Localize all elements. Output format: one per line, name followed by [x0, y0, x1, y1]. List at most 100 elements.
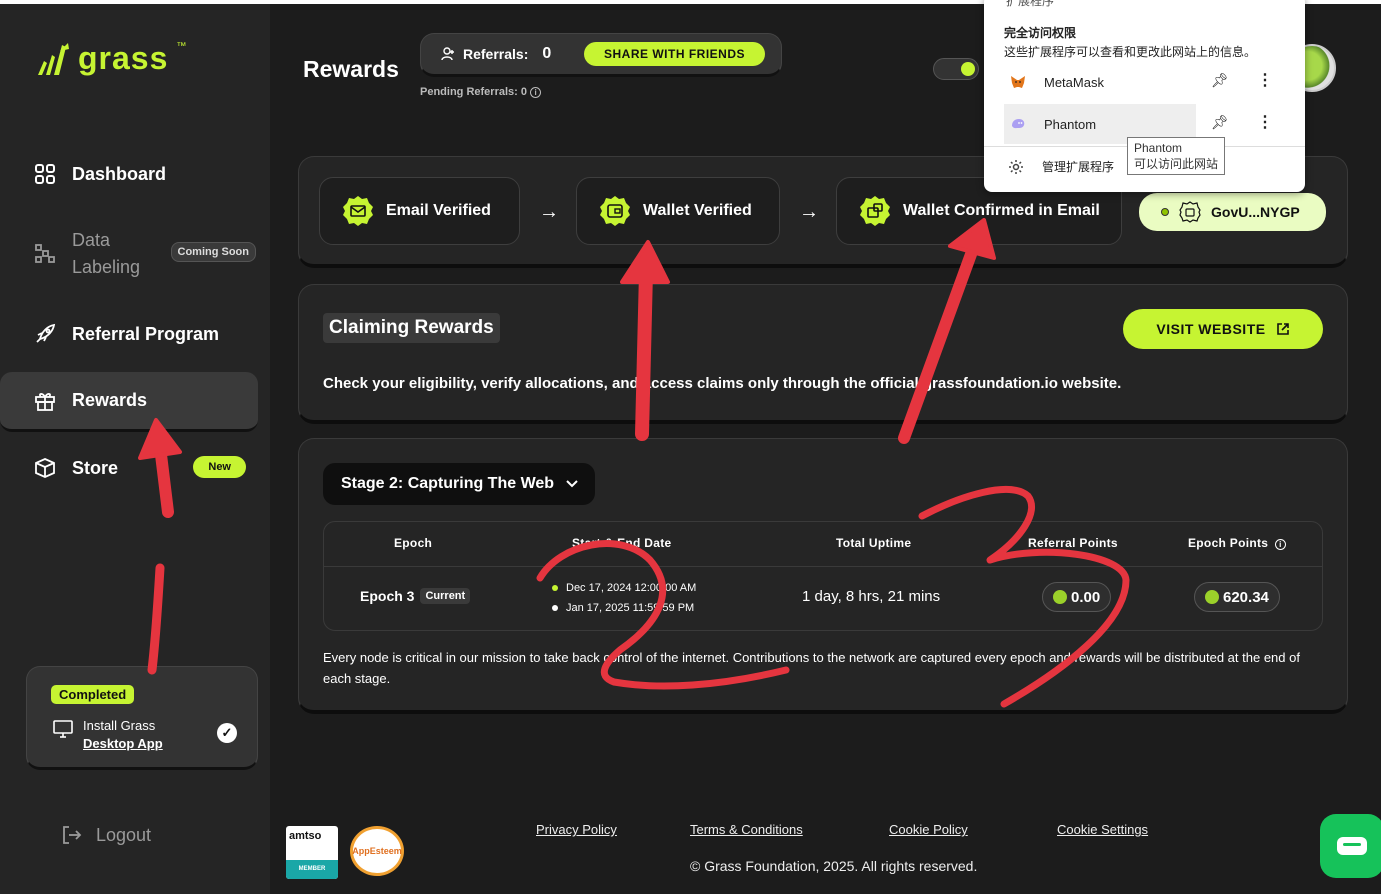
logo-text: grass	[78, 40, 169, 76]
pin-icon[interactable]: 📌︎	[1211, 72, 1229, 89]
visit-website-label: VISIT WEBSITE	[1156, 321, 1266, 337]
amtso-member-label: MEMBER	[286, 860, 338, 879]
sidebar-item-dashboard[interactable]: Dashboard	[0, 154, 258, 194]
referrals-label: Referrals:	[463, 46, 529, 62]
sidebar-item-label: Data Labeling	[72, 227, 140, 281]
referral-points-pill: 0.00	[1042, 582, 1112, 612]
referrals-count: 0	[542, 45, 552, 62]
total-uptime: 1 day, 8 hrs, 21 mins	[802, 588, 941, 605]
page-title: Rewards	[303, 56, 399, 82]
metamask-fox-icon	[1011, 76, 1025, 88]
data-label-line1: Data	[72, 230, 111, 250]
check-icon: ✓	[217, 723, 237, 743]
stage-card: Stage 2: Capturing The Web Epoch Start &…	[298, 438, 1348, 714]
sidebar-item-data-labeling[interactable]: Data Labeling Coming Soon	[0, 224, 258, 284]
sidebar: grass ™ Dashboard Data Labeling Coming S…	[0, 4, 270, 894]
grass-logo-icon	[38, 42, 69, 75]
share-with-friends-button[interactable]: SHARE WITH FRIENDS	[584, 42, 765, 66]
box-icon	[35, 458, 55, 478]
epoch-points-value: 620.34	[1223, 588, 1269, 606]
arrow-right-icon: →	[799, 201, 819, 223]
extension-metamask[interactable]: MetaMask	[1004, 62, 1196, 102]
sidebar-item-referral-program[interactable]: Referral Program	[0, 314, 258, 354]
step-label: Wallet Confirmed in Email	[903, 202, 1100, 219]
add-user-icon	[441, 47, 454, 61]
stage-note: Every node is critical in our mission to…	[323, 650, 1300, 686]
wallet-verified-icon	[600, 196, 630, 226]
more-options-icon[interactable]: ⋮	[1257, 112, 1273, 132]
claiming-description: Check your eligibility, verify allocatio…	[323, 375, 1122, 392]
wallet-confirmed-icon	[860, 196, 890, 226]
start-date: Dec 17, 2024 12:00:00 AM	[566, 582, 697, 594]
more-options-icon[interactable]: ⋮	[1257, 70, 1273, 90]
wallet-address: GovU...NYGP	[1211, 204, 1300, 220]
sidebar-item-label: Rewards	[72, 390, 148, 410]
tooltip-line2: 可以访问此网站	[1134, 157, 1219, 171]
privacy-policy-link[interactable]: Privacy Policy	[536, 822, 617, 837]
chat-button[interactable]	[1320, 814, 1381, 878]
claiming-rewards-card: Claiming Rewards VISIT WEBSITE Check you…	[298, 284, 1348, 424]
monitor-icon	[53, 720, 73, 738]
grass-logo[interactable]: grass ™	[36, 40, 186, 77]
tooltip-line1: Phantom	[1134, 141, 1183, 155]
epoch-points-pill: 620.34	[1194, 582, 1280, 612]
epoch-points-label: Epoch Points	[1188, 536, 1269, 550]
pin-icon[interactable]: 📌︎	[1211, 114, 1229, 131]
end-dot	[552, 605, 558, 611]
step-email-verified: Email Verified	[319, 177, 520, 245]
full-access-title: 完全访问权限	[1004, 26, 1077, 40]
visit-website-button[interactable]: VISIT WEBSITE	[1123, 309, 1323, 349]
grass-leaf-icon	[1205, 590, 1219, 604]
row-divider	[324, 566, 1322, 567]
step-label: Email Verified	[386, 202, 491, 219]
column-header-epoch-points: Epoch Points i	[1188, 536, 1286, 550]
coming-soon-badge: Coming Soon	[170, 242, 256, 262]
external-link-icon	[1276, 323, 1289, 335]
logout-icon	[63, 826, 82, 844]
copyright: © Grass Foundation, 2025. All rights res…	[690, 858, 978, 874]
logo-trademark: ™	[176, 41, 187, 52]
stage-selector[interactable]: Stage 2: Capturing The Web	[323, 463, 595, 505]
table-row-epoch: Epoch 3 Current	[360, 588, 471, 604]
epoch-name: Epoch 3	[360, 588, 415, 604]
data-labeling-icon	[35, 244, 55, 263]
cookie-settings-link[interactable]: Cookie Settings	[1057, 822, 1148, 837]
extension-name: MetaMask	[1044, 74, 1104, 90]
sidebar-item-store[interactable]: Store New	[0, 448, 258, 488]
wallet-address-pill[interactable]: GovU...NYGP	[1139, 193, 1326, 231]
info-icon[interactable]: i	[1274, 539, 1286, 550]
amtso-logo-text: amtso	[289, 830, 322, 842]
arrow-right-icon: →	[539, 201, 559, 223]
terms-conditions-link[interactable]: Terms & Conditions	[690, 822, 803, 837]
phantom-ghost-icon	[1012, 119, 1025, 129]
info-icon[interactable]: i	[530, 87, 542, 98]
wallet-icon	[1179, 201, 1201, 223]
column-header-date: Start & End Date	[572, 536, 672, 550]
grid-icon	[35, 164, 55, 184]
sidebar-item-label: Store	[72, 457, 119, 478]
epoch-dates: Dec 17, 2024 12:00:00 AM Jan 17, 2025 11…	[552, 578, 696, 618]
sidebar-item-label: Referral Program	[72, 323, 220, 344]
sidebar-item-rewards[interactable]: Rewards	[0, 372, 258, 432]
rocket-icon	[36, 323, 56, 343]
new-badge: New	[193, 456, 246, 478]
appesteem-badge[interactable]: AppEsteem	[350, 826, 404, 876]
full-access-description: 这些扩展程序可以查看和更改此网站上的信息。	[1004, 45, 1257, 59]
referral-points-value: 0.00	[1071, 588, 1101, 606]
referrals-widget: Referrals: 0 SHARE WITH FRIENDS	[420, 33, 782, 77]
column-header-uptime: Total Uptime	[836, 536, 912, 550]
cookie-policy-link[interactable]: Cookie Policy	[889, 822, 968, 837]
logout-button[interactable]: Logout	[60, 824, 151, 846]
end-date: Jan 17, 2025 11:59:59 PM	[566, 602, 695, 614]
mode-toggle[interactable]	[933, 58, 979, 80]
amtso-badge[interactable]: amtso MEMBER	[286, 826, 338, 879]
desktop-app-link[interactable]: Desktop App	[83, 735, 163, 753]
install-app-card: Completed Install Grass Desktop App ✓	[26, 666, 258, 770]
appesteem-label: AppEsteem	[352, 846, 402, 856]
connected-dot	[1161, 208, 1169, 216]
grass-leaf-icon	[1053, 590, 1067, 604]
logout-label: Logout	[96, 824, 152, 845]
step-label: Wallet Verified	[643, 202, 752, 219]
data-label-line2: Labeling	[72, 257, 141, 277]
manage-extensions[interactable]: 管理扩展程序	[1008, 158, 1114, 175]
